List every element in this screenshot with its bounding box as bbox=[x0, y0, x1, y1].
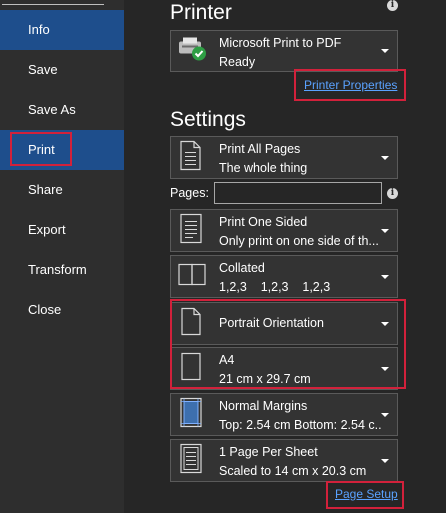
chevron-down-icon bbox=[381, 274, 389, 279]
pages-input[interactable] bbox=[214, 182, 382, 204]
margins-description: Top: 2.54 cm Bottom: 2.54 c... bbox=[219, 418, 381, 432]
collation-label: Collated bbox=[219, 261, 265, 275]
printer-dropdown[interactable]: Microsoft Print to PDF Ready bbox=[170, 30, 398, 72]
printer-status: Ready bbox=[219, 55, 256, 69]
printer-info-icon[interactable]: i bbox=[387, 0, 398, 11]
orientation-size-highlight-box bbox=[170, 299, 406, 389]
pages-per-sheet-dropdown[interactable]: 1 Page Per Sheet Scaled to 14 cm x 20.3 … bbox=[170, 439, 398, 482]
sidebar-item-save-as[interactable]: Save As bbox=[0, 90, 124, 130]
margins-dropdown[interactable]: Normal Margins Top: 2.54 cm Bottom: 2.54… bbox=[170, 393, 398, 436]
margins-icon bbox=[177, 396, 205, 433]
collation-dropdown[interactable]: Collated 1,2,3 1,2,3 1,2,3 bbox=[170, 255, 398, 298]
sidebar-item-transform[interactable]: Transform bbox=[0, 250, 124, 290]
sides-description: Only print on one side of th... bbox=[219, 234, 379, 248]
printer-heading: Printer bbox=[170, 1, 232, 24]
chevron-down-icon bbox=[381, 412, 389, 417]
sidebar-item-save[interactable]: Save bbox=[0, 50, 124, 90]
pages-info-icon[interactable]: i bbox=[387, 188, 398, 199]
print-range-description: The whole thing bbox=[219, 161, 308, 175]
page-setup-highlight-box bbox=[326, 481, 404, 509]
margins-label: Normal Margins bbox=[219, 399, 308, 413]
sidebar-item-export[interactable]: Export bbox=[0, 210, 124, 250]
sides-dropdown[interactable]: Print One Sided Only print on one side o… bbox=[170, 209, 398, 252]
chevron-down-icon bbox=[381, 155, 389, 160]
print-highlight-box bbox=[10, 132, 72, 166]
printer-properties-highlight-box bbox=[294, 69, 406, 101]
backstage-sidebar: Info Save Save As Print Share Export Tra… bbox=[0, 0, 124, 513]
print-range-dropdown[interactable]: Print All Pages The whole thing bbox=[170, 136, 398, 179]
print-panel: Printer i Microsoft Print to PDF Ready P… bbox=[124, 0, 446, 513]
pages-per-sheet-label: 1 Page Per Sheet bbox=[219, 445, 318, 459]
print-range-label: Print All Pages bbox=[219, 142, 301, 156]
printer-name: Microsoft Print to PDF bbox=[219, 36, 342, 50]
sidebar-item-share[interactable]: Share bbox=[0, 170, 124, 210]
chevron-down-icon bbox=[381, 49, 389, 53]
pages-label: Pages: bbox=[170, 186, 209, 200]
pages-icon bbox=[177, 139, 205, 176]
printer-icon bbox=[177, 36, 209, 67]
chevron-down-icon bbox=[381, 228, 389, 233]
one-sided-icon bbox=[177, 212, 205, 249]
settings-heading: Settings bbox=[170, 108, 246, 131]
sides-label: Print One Sided bbox=[219, 215, 308, 229]
chevron-down-icon bbox=[381, 458, 389, 463]
collation-description: 1,2,3 1,2,3 1,2,3 bbox=[219, 280, 331, 294]
sidebar-divider bbox=[2, 4, 104, 5]
sidebar-item-info[interactable]: Info bbox=[0, 10, 124, 50]
sidebar-item-close[interactable]: Close bbox=[0, 290, 124, 330]
pages-per-sheet-icon bbox=[177, 442, 205, 479]
pages-per-sheet-description: Scaled to 14 cm x 20.3 cm bbox=[219, 464, 367, 478]
collated-icon bbox=[177, 260, 209, 293]
